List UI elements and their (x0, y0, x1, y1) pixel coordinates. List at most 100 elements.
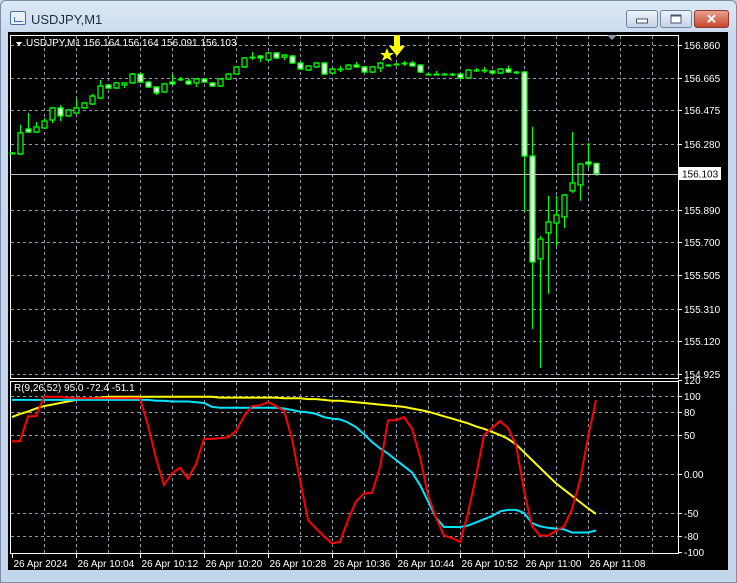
candle-body (17, 132, 24, 155)
candle-body (321, 62, 328, 75)
candle-body (457, 73, 464, 79)
candle (17, 124, 24, 156)
indicator-axis-label: -50 (684, 509, 699, 520)
candle-body (593, 162, 600, 175)
candle (49, 106, 56, 124)
candle (297, 62, 304, 70)
candle (193, 77, 200, 87)
candle-body (353, 64, 360, 68)
candle-body (145, 81, 152, 88)
candle (321, 62, 328, 75)
candle (89, 93, 96, 106)
candle (81, 101, 88, 109)
time-label: 26 Apr 10:36 (334, 559, 391, 570)
candle (97, 80, 104, 100)
candle-body (65, 109, 72, 117)
price-label: 156.665 (684, 74, 721, 85)
candle (217, 77, 224, 87)
candle (425, 73, 432, 76)
candle-body (561, 194, 568, 218)
candle (161, 82, 168, 93)
candle-body (41, 120, 48, 129)
candle (569, 132, 576, 193)
candle (57, 105, 64, 122)
indicator-line-mid (12, 398, 597, 534)
candle (233, 65, 240, 75)
star-icon (380, 48, 394, 61)
candle (201, 77, 208, 83)
candle (593, 162, 600, 176)
candle (305, 65, 312, 72)
current-price-label: 156.103 (682, 170, 719, 181)
time-label: 26 Apr 10:12 (142, 559, 199, 570)
candle (105, 83, 112, 90)
candle (361, 65, 368, 74)
time-label: 26 Apr 10:28 (270, 559, 327, 570)
candle (417, 64, 424, 74)
price-label: 155.890 (684, 206, 721, 217)
candle-body (105, 84, 112, 89)
candle (137, 73, 144, 83)
candle-body (137, 73, 144, 83)
candle (521, 71, 528, 212)
candle-body (505, 68, 512, 73)
candle-body (273, 52, 280, 59)
chart-shift-marker-icon[interactable] (607, 35, 617, 40)
candle-body (153, 86, 160, 94)
candle-body (305, 65, 312, 71)
time-label: 26 Apr 10:20 (206, 559, 263, 570)
time-label: 26 Apr 10:04 (78, 559, 135, 570)
candle (153, 85, 160, 95)
candle (73, 99, 80, 115)
candle (465, 68, 472, 80)
indicator-axis-label: 0.00 (684, 470, 704, 481)
candle (25, 113, 32, 133)
candle (409, 60, 416, 67)
candle-body (169, 81, 176, 85)
indicator-lines (11, 395, 597, 545)
candle (529, 126, 536, 329)
indicator-axis-label: -100 (684, 548, 704, 559)
candle (577, 162, 584, 201)
indicator-axis-label: 80 (684, 408, 696, 419)
price-label: 155.505 (684, 271, 721, 282)
candle (537, 235, 544, 368)
candle-body (417, 64, 424, 73)
indicator-line-fast (12, 395, 597, 545)
candle-body (81, 102, 88, 109)
candle-body (465, 69, 472, 79)
candle-body (585, 161, 592, 165)
candle-body (209, 82, 216, 87)
candle (145, 81, 152, 89)
candle-body (161, 83, 168, 93)
candle-body (361, 66, 368, 73)
candle-body (553, 214, 560, 224)
chart-canvas[interactable]: 156.860 156.665 156.475 156.280 155.890 155.7… (0, 0, 737, 583)
candle (129, 73, 136, 84)
candle (481, 66, 488, 74)
candle (65, 108, 72, 117)
candle (337, 65, 344, 73)
candle (209, 82, 216, 87)
candle (513, 71, 520, 75)
candle (177, 76, 184, 82)
candle (121, 82, 128, 89)
time-label: 26 Apr 2024 (14, 559, 68, 570)
candle-body (569, 182, 576, 192)
indicator-header: R(9,26,52) 95.0 -72.4 -51.1 (14, 383, 135, 394)
candle (289, 55, 296, 65)
chart-menu-triangle-icon[interactable] (16, 42, 22, 46)
candle (257, 55, 264, 63)
candle (385, 64, 392, 67)
candle (449, 73, 456, 76)
price-label: 156.860 (684, 41, 721, 52)
candle-body (201, 78, 208, 83)
price-label: 156.280 (684, 140, 721, 151)
candle-body (313, 62, 320, 68)
candle-body (329, 68, 336, 74)
candle (113, 82, 120, 90)
candle (401, 60, 408, 66)
indicator-axis-label: -80 (684, 532, 699, 543)
candle-body (129, 73, 136, 84)
candle (169, 74, 176, 85)
